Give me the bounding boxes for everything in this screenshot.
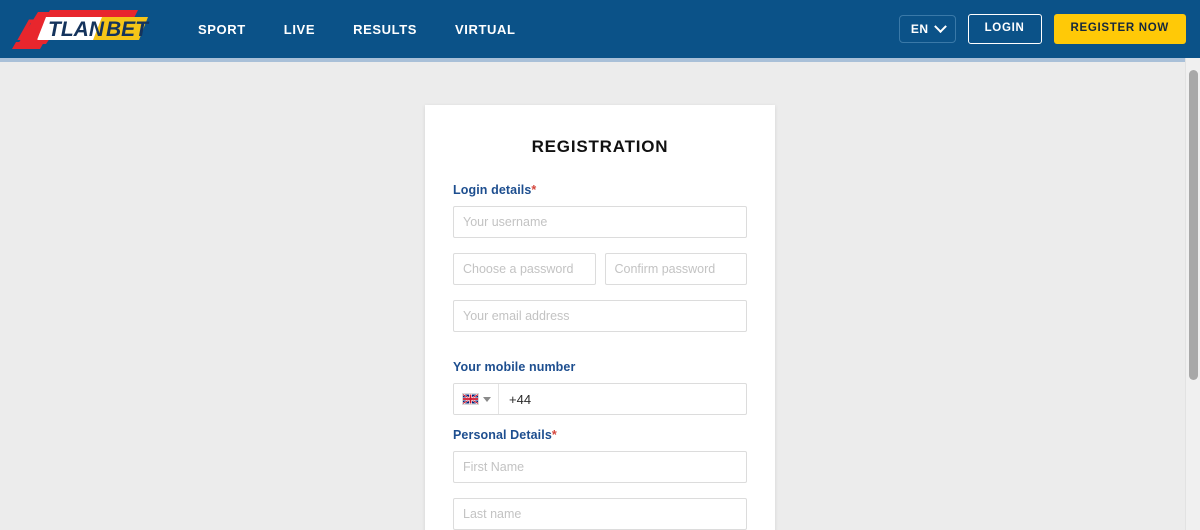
svg-text:BET: BET <box>106 18 150 41</box>
nav-virtual[interactable]: VIRTUAL <box>455 22 516 37</box>
register-now-button[interactable]: REGISTER NOW <box>1053 14 1186 44</box>
header-accent-strip <box>0 58 1200 62</box>
nav-live[interactable]: LIVE <box>284 22 315 37</box>
password-input[interactable] <box>453 253 596 285</box>
personal-details-text: Personal Details <box>453 428 552 442</box>
nav-results[interactable]: RESULTS <box>353 22 417 37</box>
nav-sport[interactable]: SPORT <box>198 22 246 37</box>
login-details-label: Login details* <box>453 183 747 197</box>
required-asterisk-2: * <box>551 428 557 442</box>
login-button[interactable]: LOGIN <box>967 14 1042 44</box>
country-code-selector[interactable] <box>454 384 499 414</box>
chevron-down-icon <box>933 19 947 33</box>
logo-graphic: TLAN BET A <box>12 10 150 49</box>
main-navigation: SPORT LIVE RESULTS VIRTUAL <box>198 22 516 37</box>
login-details-text: Login details <box>453 183 532 197</box>
header-actions: EN LOGIN REGISTER NOW <box>898 14 1186 44</box>
caret-down-icon <box>483 396 491 402</box>
language-label: EN <box>910 22 929 36</box>
svg-text:TLAN: TLAN <box>48 18 105 41</box>
first-name-input[interactable] <box>453 451 747 483</box>
registration-card: REGISTRATION Login details* Your mobile … <box>425 105 775 530</box>
phone-number-group <box>453 383 747 415</box>
page-body: REGISTRATION Login details* Your mobile … <box>0 58 1200 530</box>
mobile-number-label: Your mobile number <box>453 360 747 374</box>
svg-text:A: A <box>17 14 40 47</box>
vertical-scrollbar[interactable] <box>1185 58 1200 530</box>
username-input[interactable] <box>453 206 747 238</box>
required-asterisk: * <box>531 183 537 197</box>
scrollbar-thumb[interactable] <box>1189 70 1198 380</box>
mobile-number-text: Your mobile number <box>453 360 576 374</box>
email-input[interactable] <box>453 300 747 332</box>
page-title: REGISTRATION <box>531 137 669 156</box>
personal-details-label: Personal Details* <box>453 428 747 442</box>
uk-flag-icon <box>462 393 479 405</box>
phone-number-input[interactable] <box>499 384 746 414</box>
last-name-input[interactable] <box>453 498 747 530</box>
site-header: TLAN BET A SPORT LIVE RESULTS VIRTUAL EN… <box>0 0 1200 58</box>
confirm-password-input[interactable] <box>604 253 747 285</box>
atlanbet-logo[interactable]: TLAN BET A <box>10 6 158 52</box>
language-selector[interactable]: EN <box>898 15 956 43</box>
